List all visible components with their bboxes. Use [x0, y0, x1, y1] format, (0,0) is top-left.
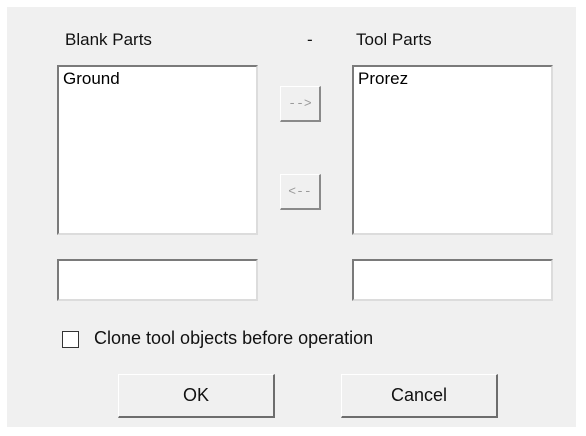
move-to-blank-button[interactable]: <-- [280, 174, 321, 210]
clone-tool-label: Clone tool objects before operation [94, 328, 374, 348]
separator-dot: - [307, 30, 313, 49]
tool-parts-field[interactable] [352, 259, 553, 301]
blank-parts-label: Blank Parts [65, 30, 152, 49]
list-item[interactable]: Ground [63, 69, 120, 89]
tool-parts-label: Tool Parts [356, 30, 432, 49]
list-item[interactable]: Prorez [358, 69, 408, 89]
clone-tool-checkbox[interactable] [62, 331, 79, 348]
tool-parts-list[interactable]: Prorez [352, 65, 553, 235]
cancel-button[interactable]: Cancel [341, 374, 498, 418]
ok-button[interactable]: OK [118, 374, 275, 418]
blank-parts-list[interactable]: Ground [57, 65, 258, 235]
blank-parts-field[interactable] [57, 259, 258, 301]
move-to-tool-button[interactable]: --> [280, 86, 321, 122]
